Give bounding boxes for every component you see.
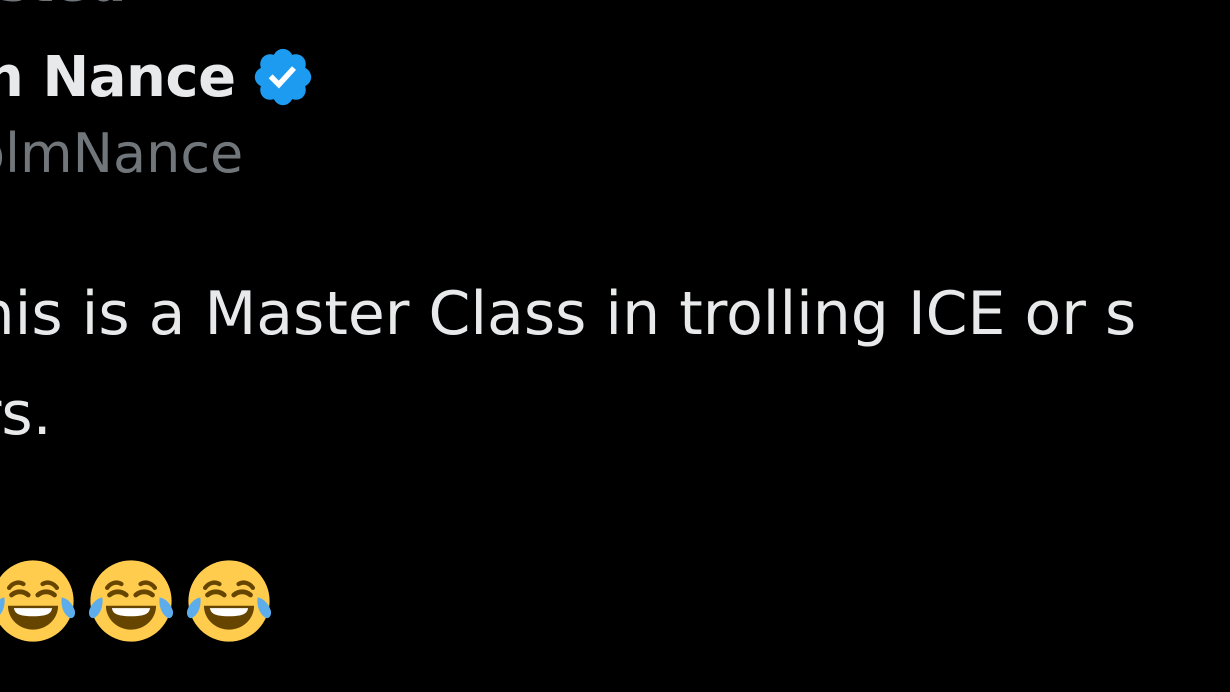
post-text-line-2: ors. bbox=[0, 379, 52, 449]
post-crop: sted n Nance olmNance This is a Master C… bbox=[0, 0, 1230, 692]
author-handle[interactable]: olmNance bbox=[0, 122, 243, 185]
emoji-row bbox=[0, 558, 272, 644]
post-text: This is a Master Class in trolling ICE o… bbox=[0, 264, 1230, 464]
post-text-line-1: This is a Master Class in trolling ICE o… bbox=[0, 279, 1137, 349]
author-display-name[interactable]: n Nance bbox=[0, 45, 236, 110]
verified-badge-icon bbox=[254, 48, 311, 106]
face-with-tears-of-joy-icon bbox=[0, 560, 76, 642]
retweet-context-fragment: sted bbox=[0, 0, 126, 14]
face-with-tears-of-joy-icon bbox=[88, 560, 174, 642]
author-name-row[interactable]: n Nance bbox=[0, 40, 316, 114]
face-with-tears-of-joy-icon bbox=[186, 560, 272, 642]
